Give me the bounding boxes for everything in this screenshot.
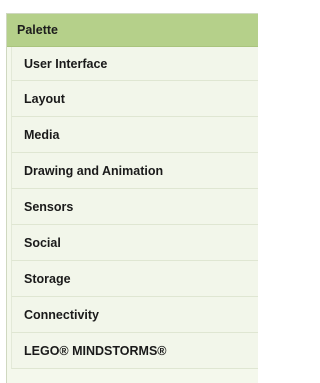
category-label: Drawing and Animation (24, 163, 164, 178)
palette-category-social[interactable]: Social (11, 225, 258, 261)
category-label: Connectivity (24, 307, 100, 322)
palette-category-lego-mindstorms[interactable]: LEGO® MINDSTORMS® (11, 333, 258, 369)
category-label: User Interface (24, 56, 108, 71)
category-label: Layout (24, 91, 65, 106)
palette-category-layout[interactable]: Layout (11, 81, 258, 117)
category-label: Storage (24, 271, 71, 286)
palette-category-connectivity[interactable]: Connectivity (11, 297, 258, 333)
palette-category-storage[interactable]: Storage (11, 261, 258, 297)
category-label: Sensors (24, 199, 74, 214)
category-label: Media (24, 127, 60, 142)
palette-title: Palette (17, 23, 58, 37)
palette-panel: Palette User Interface Layout Media Draw… (6, 13, 258, 383)
palette-category-list: User Interface Layout Media Drawing and … (7, 47, 258, 369)
palette-header: Palette (7, 14, 258, 47)
palette-category-drawing-and-animation[interactable]: Drawing and Animation (11, 153, 258, 189)
category-label: Social (24, 235, 61, 250)
palette-category-media[interactable]: Media (11, 117, 258, 153)
category-label: LEGO® MINDSTORMS® (24, 343, 167, 358)
palette-category-sensors[interactable]: Sensors (11, 189, 258, 225)
palette-category-user-interface[interactable]: User Interface (11, 47, 258, 81)
